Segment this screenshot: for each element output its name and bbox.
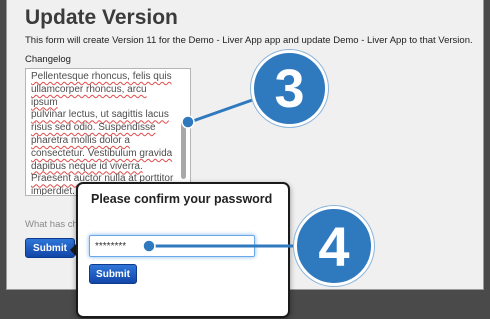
confirm-submit-button[interactable]: Submit — [89, 264, 137, 284]
form-description: This form will create Version 11 for the… — [25, 35, 473, 46]
changelog-line: Pellentesque rhoncus, felis quis — [31, 71, 172, 82]
changelog-line: consectetur. Vestibulum gravida — [31, 147, 173, 159]
changelog-line: pharetra mollis dolor a — [31, 134, 130, 146]
changelog-line: risus sed odio. Suspendisse — [31, 122, 156, 134]
confirm-password-popover: Please confirm your password Submit — [76, 182, 290, 318]
changelog-line: dapibus neque id viverra. — [31, 160, 143, 172]
submit-button[interactable]: Submit — [25, 238, 75, 258]
modal-title: Please confirm your password — [91, 192, 273, 206]
callout-step-3: 3 — [251, 50, 328, 127]
changelog-hint: What has ch — [25, 219, 78, 230]
textarea-scrollbar[interactable] — [181, 121, 186, 179]
callout-step-4: 4 — [294, 206, 374, 286]
page-title: Update Version — [25, 6, 178, 29]
changelog-label: Changelog — [25, 54, 71, 65]
password-field[interactable] — [89, 235, 255, 257]
changelog-textarea[interactable]: Pellentesque rhoncus, felis quis ullamco… — [25, 68, 191, 196]
changelog-line: pulvinar lectus, ut sagittis lacus — [31, 109, 169, 121]
changelog-line: ullamcorper rhoncus, arcu ipsum — [31, 83, 147, 108]
